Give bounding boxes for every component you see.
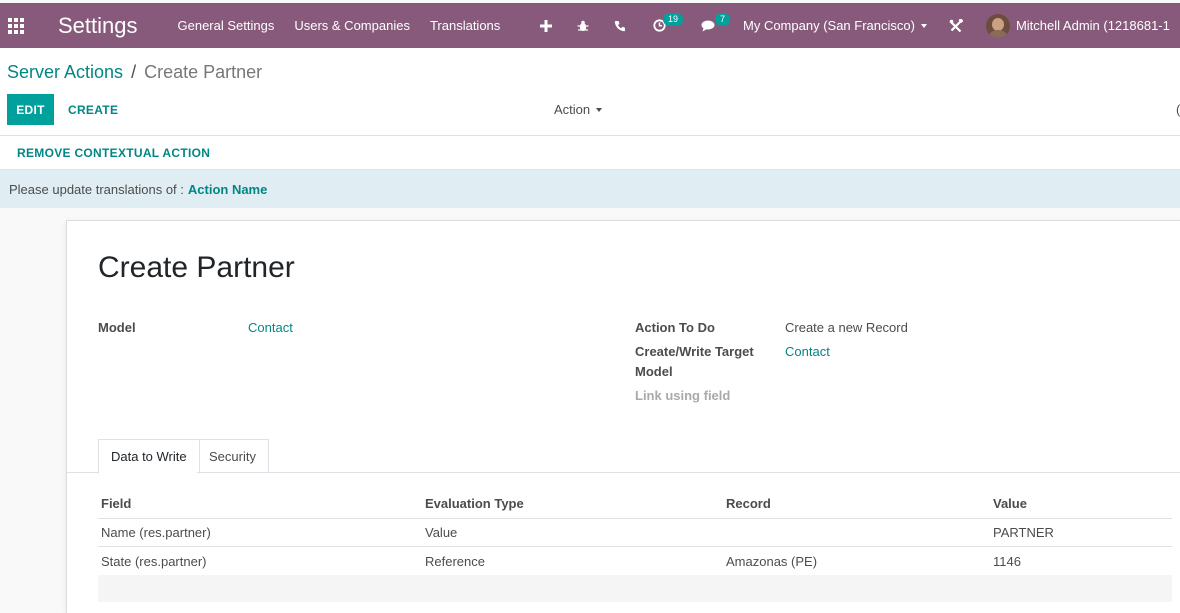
activities-button[interactable]: 19	[635, 3, 684, 48]
cell-evaluation-type: Value	[425, 525, 458, 540]
model-label: Model	[98, 320, 136, 335]
apps-menu-button[interactable]	[0, 3, 32, 48]
cell-value: 1146	[993, 553, 1021, 569]
plus-icon	[540, 19, 552, 32]
data-to-write-table: Field Evaluation Type Record Value Name …	[98, 489, 1172, 602]
action-dropdown[interactable]: Action	[554, 94, 603, 125]
cell-evaluation-type: Reference	[425, 553, 485, 569]
tools-button[interactable]	[935, 3, 972, 48]
link-field-label: Link using field	[635, 388, 731, 403]
action-dropdown-label: Action	[554, 102, 591, 117]
breadcrumb-current: Create Partner	[144, 62, 263, 82]
chat-icon	[701, 20, 715, 31]
header-field[interactable]: Field	[98, 489, 131, 518]
table-filler-row	[98, 575, 1172, 602]
quick-create-button[interactable]	[530, 3, 561, 48]
user-menu[interactable]: Mitchell Admin (1218681-1	[972, 13, 1170, 38]
activity-count-badge: 19	[663, 13, 684, 26]
chevron-down-icon	[596, 107, 603, 112]
pager-edge: (	[1176, 102, 1180, 117]
control-panel: Server Actions / Create Partner EDIT CRE…	[0, 48, 1180, 136]
avatar	[985, 13, 1010, 38]
main-menu: General Settings Users & Companies Trans…	[168, 3, 511, 48]
edit-button[interactable]: EDIT	[7, 94, 54, 125]
tab-security[interactable]: Security	[197, 439, 269, 473]
phone-icon	[614, 20, 625, 31]
apps-grid-icon	[8, 17, 24, 34]
form-sheet: Create Partner Model Contact Action To D…	[66, 220, 1180, 613]
cell-record	[723, 519, 726, 546]
alert-text: Please update translations of :	[9, 181, 184, 197]
tools-icon	[949, 18, 963, 32]
create-button[interactable]: CREATE	[68, 94, 118, 125]
breadcrumb-separator: /	[131, 62, 137, 82]
debug-button[interactable]	[561, 3, 598, 48]
header-evaluation-type[interactable]: Evaluation Type	[422, 489, 524, 518]
button-box: REMOVE CONTEXTUAL ACTION	[0, 136, 1180, 170]
user-name: Mitchell Admin (1218681-1	[1015, 18, 1170, 33]
table-header: Field Evaluation Type Record Value	[98, 489, 1172, 519]
breadcrumb: Server Actions / Create Partner	[7, 62, 262, 83]
action-to-do-label: Action To Do	[635, 320, 715, 335]
translation-alert: Please update translations of : Action N…	[0, 170, 1180, 208]
notebook-tabs: Data to Write Security	[67, 439, 1180, 474]
top-navbar: Settings General Settings Users & Compan…	[0, 3, 1180, 48]
company-name: My Company (San Francisco)	[743, 18, 915, 33]
chevron-down-icon	[920, 23, 927, 28]
header-value[interactable]: Value	[990, 489, 1027, 518]
target-model-label-line2: Model	[635, 364, 673, 379]
cell-record: Amazonas (PE)	[726, 553, 818, 569]
remove-contextual-action-button[interactable]: REMOVE CONTEXTUAL ACTION	[17, 136, 210, 169]
target-model-label-line1: Create/Write Target	[635, 344, 754, 359]
record-title: Create Partner	[98, 251, 295, 284]
cell-field: Name (res.partner)	[101, 525, 211, 540]
alert-field-link[interactable]: Action Name	[188, 182, 267, 197]
target-model-value[interactable]: Contact	[785, 344, 830, 359]
table-row[interactable]: State (res.partner) Reference Amazonas (…	[98, 547, 1172, 575]
messages-button[interactable]: 7	[681, 3, 735, 48]
systray: 19 7 My Company (San Francisco) Mitchell…	[530, 3, 1170, 48]
phone-button[interactable]	[598, 3, 635, 48]
table-row[interactable]: Name (res.partner) Value PARTNER	[98, 519, 1172, 547]
breadcrumb-server-actions[interactable]: Server Actions	[7, 62, 123, 83]
tab-data-to-write[interactable]: Data to Write	[98, 439, 200, 474]
action-to-do-value: Create a new Record	[785, 320, 908, 335]
app-brand[interactable]: Settings	[58, 13, 138, 39]
cell-field: State (res.partner)	[101, 553, 207, 569]
bug-icon	[577, 20, 589, 31]
menu-general-settings[interactable]: General Settings	[168, 3, 285, 48]
cell-value: PARTNER	[993, 525, 1054, 540]
model-value[interactable]: Contact	[248, 320, 293, 335]
menu-users-companies[interactable]: Users & Companies	[284, 3, 420, 48]
company-switcher[interactable]: My Company (San Francisco)	[735, 3, 935, 48]
message-count-badge: 7	[715, 13, 731, 26]
menu-translations[interactable]: Translations	[420, 3, 510, 48]
header-record[interactable]: Record	[723, 489, 771, 518]
